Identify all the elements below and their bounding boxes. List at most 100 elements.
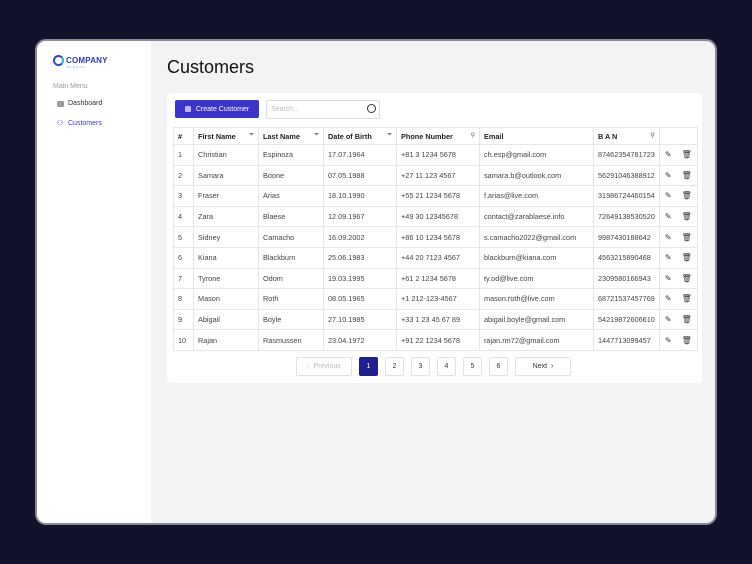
table-cell: +49 30 12345678: [396, 205, 480, 228]
filter-icon[interactable]: ⚲: [471, 132, 475, 139]
pagination: ‹ Previous 123456 Next ›: [296, 357, 571, 376]
next-page-button[interactable]: Next ›: [515, 357, 571, 376]
customers-card: Create Customer Search... # First Name ⏷ La…: [167, 93, 702, 383]
trash-icon[interactable]: 🗑: [682, 294, 692, 303]
table-row[interactable]: 6 Kiana Blackburn 25.06.1983 +44 20 7123 456…: [173, 246, 698, 269]
edit-icon[interactable]: ✎: [665, 294, 672, 303]
table-cell: +27 11 123 4567: [396, 164, 480, 187]
trash-icon[interactable]: 🗑: [682, 191, 692, 200]
table-row[interactable]: 4 Zara Blaese 12.09.1967 +49 30 12345678 cont…: [173, 205, 698, 228]
table-cell: Roth: [258, 288, 324, 310]
table-cell: 9987430188642: [593, 226, 660, 248]
row-actions: ✎ 🗑: [658, 185, 698, 207]
table-cell: ty.od@live.com: [479, 267, 594, 290]
next-label: Next: [532, 363, 548, 370]
column-header[interactable]: B A N ⚲: [593, 127, 660, 145]
row-actions: ✎ 🗑: [658, 144, 698, 166]
table-row[interactable]: 2 Samara Boone 07.05.1988 +27 11 123 4567 sam…: [173, 164, 698, 187]
table-cell: blackburn@kiana.com: [479, 246, 594, 269]
edit-icon[interactable]: ✎: [665, 171, 672, 180]
table-cell: +33 1 23 45 67 89: [396, 308, 480, 331]
table-cell: 1: [173, 144, 194, 166]
trash-icon[interactable]: 🗑: [682, 253, 692, 262]
edit-icon[interactable]: ✎: [665, 274, 672, 283]
trash-icon[interactable]: 🗑: [682, 150, 692, 159]
trash-icon[interactable]: 🗑: [682, 233, 692, 242]
table-cell: 17.07.1964: [323, 144, 397, 166]
edit-icon[interactable]: ✎: [665, 233, 672, 242]
filter-icon[interactable]: ⚲: [650, 132, 654, 139]
table-row[interactable]: 7 Tyrone Odom 19.03.1995 +61 2 1234 5678 ty.o…: [173, 267, 698, 290]
table-cell: 542198726066​10: [593, 308, 660, 331]
table-cell: Zara: [193, 205, 259, 228]
company-logo: COMPANY SLOGAN: [53, 55, 108, 69]
page-button[interactable]: 5: [463, 357, 482, 376]
trash-icon[interactable]: 🗑: [682, 171, 692, 180]
create-customer-button[interactable]: Create Customer: [175, 100, 259, 118]
page-title: Customers: [167, 57, 255, 77]
table-cell: contact@zarablaese.info: [479, 205, 594, 228]
trash-icon[interactable]: 🗑: [682, 212, 692, 221]
column-header[interactable]: Email: [479, 127, 594, 145]
table-row[interactable]: 8 Mason Roth 08.05.1965 +1 212-123-4567 mason…: [173, 288, 698, 310]
previous-page-button[interactable]: ‹ Previous: [296, 357, 352, 376]
table-cell: 18.10.1990: [323, 185, 397, 207]
table-cell: 5: [173, 226, 194, 248]
filter-icon[interactable]: ⏷: [249, 132, 254, 139]
page-button[interactable]: 6: [489, 357, 508, 376]
table-cell: 319867244601​54: [593, 185, 660, 207]
table-row[interactable]: 3 Fraser Arias 18.10.1990 +55 21 1234 5678 f.…: [173, 185, 698, 207]
table-cell: 25.06.1983: [323, 246, 397, 269]
edit-icon[interactable]: ✎: [665, 315, 672, 324]
customers-table: # First Name ⏷ Last Name ⏷ Date of Birth ⏷ Phon…: [173, 127, 698, 351]
column-header[interactable]: First Name ⏷: [193, 127, 259, 145]
column-header-label: Last Name: [263, 131, 300, 141]
table-cell: 3: [173, 185, 194, 207]
sidebar-item-customers[interactable]: ⚇ Customers: [57, 119, 102, 128]
table-cell: 144771309945​7: [593, 329, 660, 351]
table-cell: samara.b@outlook.com: [479, 164, 594, 187]
table-cell: Tyrone: [193, 267, 259, 290]
page-button[interactable]: 2: [385, 357, 404, 376]
sidebar-item-dashboard[interactable]: Dashboard: [57, 100, 102, 107]
row-actions: ✎ 🗑: [658, 267, 698, 290]
page-button[interactable]: 1: [359, 357, 378, 376]
search-icon[interactable]: [367, 104, 376, 113]
table-cell: 9: [173, 308, 194, 331]
table-cell: Samara: [193, 164, 259, 187]
briefcase-icon: [57, 100, 64, 107]
sidebar-item-label: Customers: [68, 119, 102, 127]
edit-icon[interactable]: ✎: [665, 150, 672, 159]
column-header-label: B A N: [598, 131, 618, 141]
table-cell: 27.10.1985: [323, 308, 397, 331]
page-button[interactable]: 3: [411, 357, 430, 376]
column-header[interactable]: Last Name ⏷: [258, 127, 324, 145]
trash-icon[interactable]: 🗑: [682, 315, 692, 324]
search-input[interactable]: Search...: [266, 100, 380, 119]
edit-icon[interactable]: ✎: [665, 191, 672, 200]
column-header-label: #: [178, 131, 183, 141]
table-cell: abigail.boyle@gmail.com: [479, 308, 594, 331]
column-header[interactable]: #: [173, 127, 194, 145]
table-cell: 7: [173, 267, 194, 290]
sidebar-item-label: Dashboard: [68, 100, 103, 107]
trash-icon[interactable]: 🗑: [682, 274, 692, 283]
filter-icon[interactable]: ⏷: [314, 132, 319, 139]
table-row[interactable]: 9 Abigail Boyle 27.10.1985 +33 1 23 45 67 89…: [173, 308, 698, 331]
table-cell: Sidney: [193, 226, 259, 248]
table-cell: Camacho: [258, 226, 324, 248]
trash-icon[interactable]: 🗑: [682, 336, 692, 345]
table-cell: ch.esp@gmail.com: [479, 144, 594, 166]
column-header[interactable]: Phone Number ⚲: [396, 127, 480, 145]
page-button[interactable]: 4: [437, 357, 456, 376]
table-cell: +86 10 1234 5678: [396, 226, 480, 248]
table-row[interactable]: 1 Christian Espinoza 17.07.1964 +81 3 1234 5…: [173, 144, 698, 166]
edit-icon[interactable]: ✎: [665, 336, 672, 345]
column-header[interactable]: Date of Birth ⏷: [323, 127, 397, 145]
users-icon: ⚇: [57, 120, 64, 127]
edit-icon[interactable]: ✎: [665, 253, 672, 262]
filter-icon[interactable]: ⏷: [387, 132, 392, 139]
table-row[interactable]: 5 Sidney Camacho 16.09.2002 +86 10 1234 5678…: [173, 226, 698, 248]
edit-icon[interactable]: ✎: [665, 212, 672, 221]
table-row[interactable]: 10 Rajan Rasmussen 23.04.1972 +91 22 1234 56…: [173, 329, 698, 351]
